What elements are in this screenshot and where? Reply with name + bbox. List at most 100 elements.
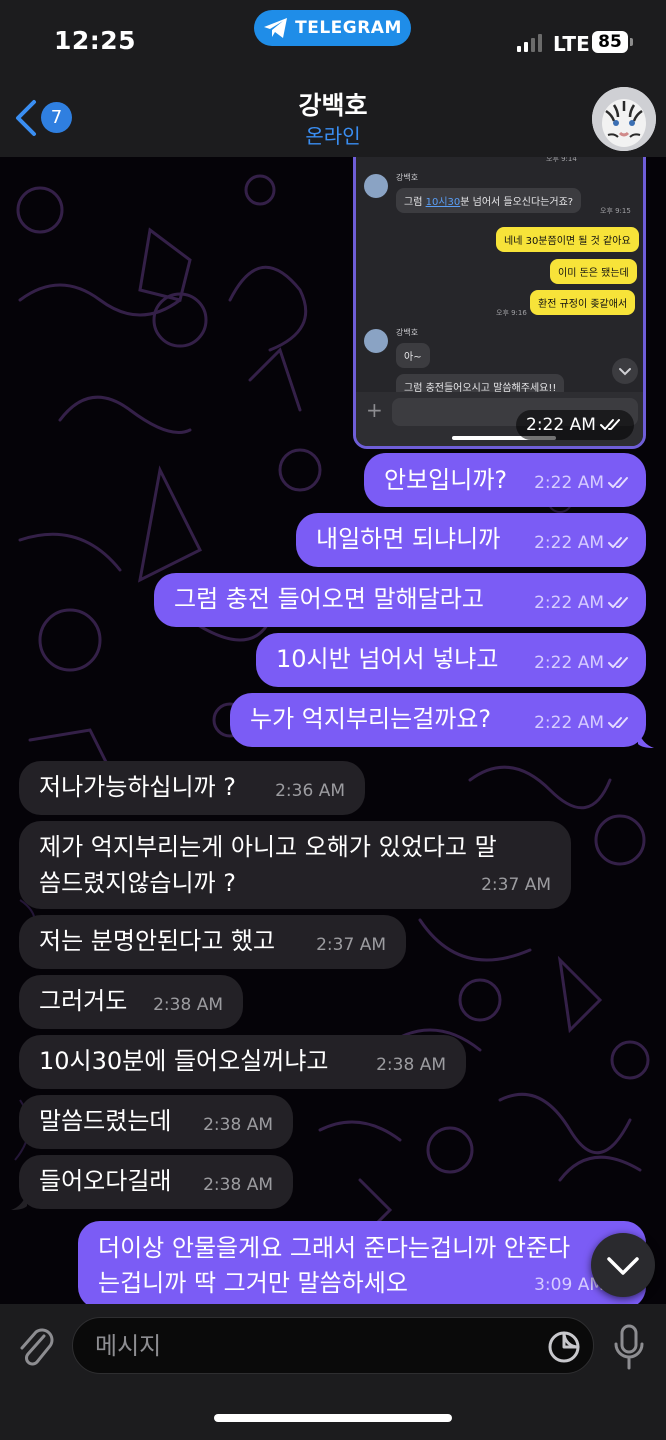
screenshot-text: 그럼 — [404, 197, 426, 208]
message-time: 2:38 AM — [203, 1175, 273, 1195]
message-time: 2:22 AM — [534, 533, 604, 553]
incoming-message[interactable]: 저는 분명안된다고 했고 2:37 AM — [19, 915, 406, 969]
message-meta: 2:38 AM — [203, 1167, 273, 1203]
screenshot-outgoing-bubble: 이미 돈은 됐는데 — [550, 259, 637, 284]
status-time: 12:25 — [54, 26, 137, 55]
message-text: 10시30분에 들어오실꺼냐고 — [39, 1047, 329, 1075]
outgoing-message[interactable]: 10시반 넘어서 넣냐고 2:22 AM — [256, 633, 646, 687]
screenshot-image-message[interactable]: 오후 9:14 강백호 그럼 10시30분 넘어서 들오신다는거죠? 오후 9:… — [353, 143, 646, 449]
message-time: 2:38 AM — [153, 995, 223, 1015]
double-check-icon — [608, 537, 628, 548]
message-time: 2:37 AM — [481, 875, 551, 895]
message-time: 2:38 AM — [376, 1055, 446, 1075]
message-composer — [0, 1304, 666, 1440]
telegram-return-pill[interactable]: TELEGRAM — [254, 10, 411, 46]
screenshot-time-stamp: 2:22 AM — [516, 410, 634, 440]
tiger-avatar-image — [592, 87, 656, 151]
screenshot-plus-icon: + — [366, 398, 383, 422]
message-text: 그럼 충전 들어오면 말해달라고 — [174, 585, 484, 613]
screenshot-incoming-bubble: 그럼 10시30분 넘어서 들오신다는거죠? — [396, 188, 582, 213]
message-text: 누가 억지부리는걸까요? — [250, 705, 492, 733]
microphone-icon — [614, 1324, 644, 1370]
screenshot-timestamp: 오후 9:15 — [600, 207, 631, 215]
message-text: 는겁니까 딱 그거만 말씀하세오 — [98, 1269, 408, 1297]
screenshot-timestamp: 오후 9:16 — [496, 309, 527, 317]
outgoing-message[interactable]: 더이상 안물을게요 그래서 준다는겁니까 안준다 는겁니까 딱 그거만 말씀하세… — [78, 1221, 646, 1309]
message-meta: 2:22 AM — [534, 465, 632, 501]
message-time: 2:22 AM — [526, 415, 596, 435]
message-text: 안보입니까? — [384, 466, 508, 494]
voice-record-button[interactable] — [612, 1324, 646, 1370]
app-pill-label: TELEGRAM — [295, 18, 402, 38]
message-meta: 2:22 AM — [534, 585, 632, 621]
screenshot-sender: 강백호 — [396, 328, 419, 337]
message-meta: 2:38 AM — [153, 987, 223, 1023]
message-time: 2:37 AM — [316, 935, 386, 955]
screenshot-content: 오후 9:14 강백호 그럼 10시30분 넘어서 들오신다는거죠? 오후 9:… — [356, 146, 643, 446]
double-check-icon — [608, 717, 628, 728]
screenshot-text: 분 넘어서 들오신다는거죠? — [460, 197, 574, 208]
message-text: 10시반 넘어서 넣냐고 — [276, 645, 499, 673]
message-text: 내일하면 되냐니까 — [316, 525, 501, 553]
incoming-message[interactable]: 저나가능하십니까 ? 2:36 AM — [19, 761, 365, 815]
attach-button[interactable] — [16, 1322, 56, 1370]
message-meta: 2:22 AM — [534, 705, 632, 741]
screenshot-scroll-icon — [612, 358, 638, 384]
scroll-to-bottom-button[interactable] — [591, 1233, 655, 1297]
incoming-message[interactable]: 제가 억지부리는게 아니고 오해가 있었다고 말 씀드렸지않습니까 ? 2:37… — [19, 821, 571, 909]
contact-avatar[interactable] — [592, 87, 656, 151]
outgoing-message[interactable]: 내일하면 되냐니까 2:22 AM — [296, 513, 646, 567]
screenshot-outgoing-bubble: 네네 30분쯤이면 될 것 같아요 — [496, 227, 639, 252]
sticker-icon — [548, 1331, 580, 1363]
incoming-message[interactable]: 그러거도 2:38 AM — [19, 975, 243, 1029]
message-text: 그러거도 — [39, 987, 128, 1015]
network-type: LTE — [553, 32, 590, 56]
message-meta: 2:22 AM — [534, 525, 632, 561]
message-input[interactable] — [95, 1330, 535, 1362]
double-check-icon — [608, 597, 628, 608]
screenshot-outgoing-bubble: 환전 규정이 좆같애서 — [530, 290, 636, 315]
outgoing-message[interactable]: 안보입니까? 2:22 AM — [364, 453, 646, 507]
outgoing-message[interactable]: 그럼 충전 들어오면 말해달라고 2:22 AM — [154, 573, 646, 627]
screenshot-avatar — [364, 174, 388, 198]
battery-icon: 85 — [592, 31, 628, 53]
message-text: 씀드렸지않습니까 ? — [39, 869, 237, 897]
message-time: 2:22 AM — [534, 593, 604, 613]
chevron-down-icon — [607, 1257, 639, 1275]
screenshot-avatar — [364, 329, 388, 353]
incoming-message[interactable]: 말씀드렸는데 2:38 AM — [19, 1095, 293, 1149]
message-time: 2:36 AM — [275, 781, 345, 801]
double-check-icon — [608, 657, 628, 668]
message-input-field[interactable] — [72, 1317, 594, 1374]
message-meta: 2:37 AM — [316, 927, 386, 963]
incoming-message[interactable]: 들어오다길래 2:38 AM — [19, 1155, 293, 1209]
message-meta: 2:38 AM — [203, 1107, 273, 1143]
bubble-tail — [11, 1192, 27, 1210]
message-text: 들어오다길래 — [39, 1167, 172, 1195]
message-meta: 2:38 AM — [376, 1047, 446, 1083]
message-text: 저나가능하십니까 ? — [39, 773, 237, 801]
telegram-plane-icon — [264, 18, 288, 38]
message-text: 저는 분명안된다고 했고 — [39, 927, 276, 955]
bubble-tail — [638, 730, 654, 748]
message-text: 말씀드렸는데 — [39, 1107, 172, 1135]
sticker-button[interactable] — [547, 1330, 581, 1364]
battery-level: 85 — [598, 32, 622, 52]
screenshot-link: 10시30 — [425, 197, 461, 208]
screenshot-sender: 강백호 — [396, 173, 419, 182]
contact-status: 온라인 — [305, 124, 361, 148]
message-meta: 2:22 AM — [534, 645, 632, 681]
message-text: 더이상 안물을게요 그래서 준다는겁니까 안준다 — [98, 1234, 571, 1262]
message-time: 2:22 AM — [534, 713, 604, 733]
chat-header: 12:25 TELEGRAM LTE 85 7 강백호 온라인 — [0, 0, 666, 157]
message-time: 2:38 AM — [203, 1115, 273, 1135]
contact-name[interactable]: 강백호 — [0, 86, 666, 122]
screenshot-incoming-bubble: 아~ — [396, 343, 430, 368]
signal-icon — [517, 34, 542, 52]
incoming-message[interactable]: 10시30분에 들어오실꺼냐고 2:38 AM — [19, 1035, 466, 1089]
home-indicator — [214, 1414, 452, 1422]
message-time: 2:22 AM — [534, 473, 604, 493]
message-time: 2:22 AM — [534, 653, 604, 673]
outgoing-message[interactable]: 누가 억지부리는걸까요? 2:22 AM — [230, 693, 646, 747]
paperclip-icon — [20, 1328, 54, 1366]
